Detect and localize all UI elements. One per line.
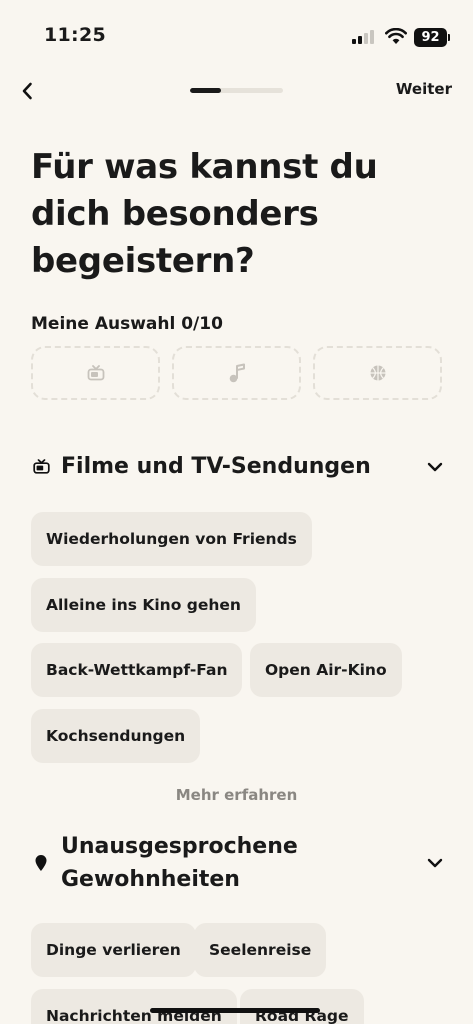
battery-cap [448, 34, 450, 41]
section-title: Unausgesprochene Gewohnheiten [61, 834, 298, 892]
status-bar: 11:25 92 [0, 0, 473, 76]
status-time: 11:25 [44, 24, 106, 46]
chevron-down-icon[interactable] [425, 858, 445, 868]
interest-chip[interactable]: Road Rage [240, 989, 364, 1024]
selection-slot-2[interactable] [172, 346, 301, 400]
battery-level: 92 [421, 30, 440, 45]
music-note-icon [229, 363, 245, 383]
interest-chip[interactable]: Seelenreise [194, 923, 327, 977]
interest-chip[interactable]: Back-Wettkampf-Fan [31, 643, 243, 697]
back-button[interactable] [16, 80, 38, 102]
home-indicator [150, 1008, 320, 1013]
section-header-movies-tv[interactable]: Filme und TV-Sendungen [31, 450, 445, 483]
interest-chip[interactable]: Nachrichten melden [31, 989, 237, 1024]
progress-bar [190, 88, 283, 93]
section-header-habits[interactable]: Unausgesprochene Gewohnheiten [31, 830, 445, 896]
interest-chip[interactable]: Dinge verlieren [31, 923, 196, 977]
progress-fill [190, 88, 221, 93]
show-more-link[interactable]: Mehr erfahren [0, 786, 473, 804]
tv-icon [31, 459, 51, 474]
battery-indicator: 92 [414, 28, 447, 47]
tv-icon [87, 365, 104, 381]
location-pin-icon [31, 854, 51, 872]
cellular-signal-icon [352, 30, 374, 44]
selection-slot-1[interactable] [31, 346, 160, 400]
section-title: Filme und TV-Sendungen [61, 454, 371, 479]
interest-chip[interactable]: Kochsendungen [31, 709, 201, 763]
chevron-left-icon [22, 82, 32, 100]
next-button[interactable]: Weiter [396, 80, 452, 98]
interest-chip[interactable]: Open Air-Kino [250, 643, 402, 697]
interest-chip[interactable]: Alleine ins Kino gehen [31, 578, 256, 632]
selection-slot-3[interactable] [313, 346, 442, 400]
basketball-icon [370, 365, 385, 381]
chevron-down-icon[interactable] [425, 462, 445, 472]
wifi-icon [385, 28, 407, 44]
page-title: Für was kannst du dich besonders begeist… [31, 147, 378, 281]
selection-counter: Meine Auswahl 0/10 [31, 314, 223, 334]
interest-chip[interactable]: Wiederholungen von Friends [31, 512, 312, 566]
